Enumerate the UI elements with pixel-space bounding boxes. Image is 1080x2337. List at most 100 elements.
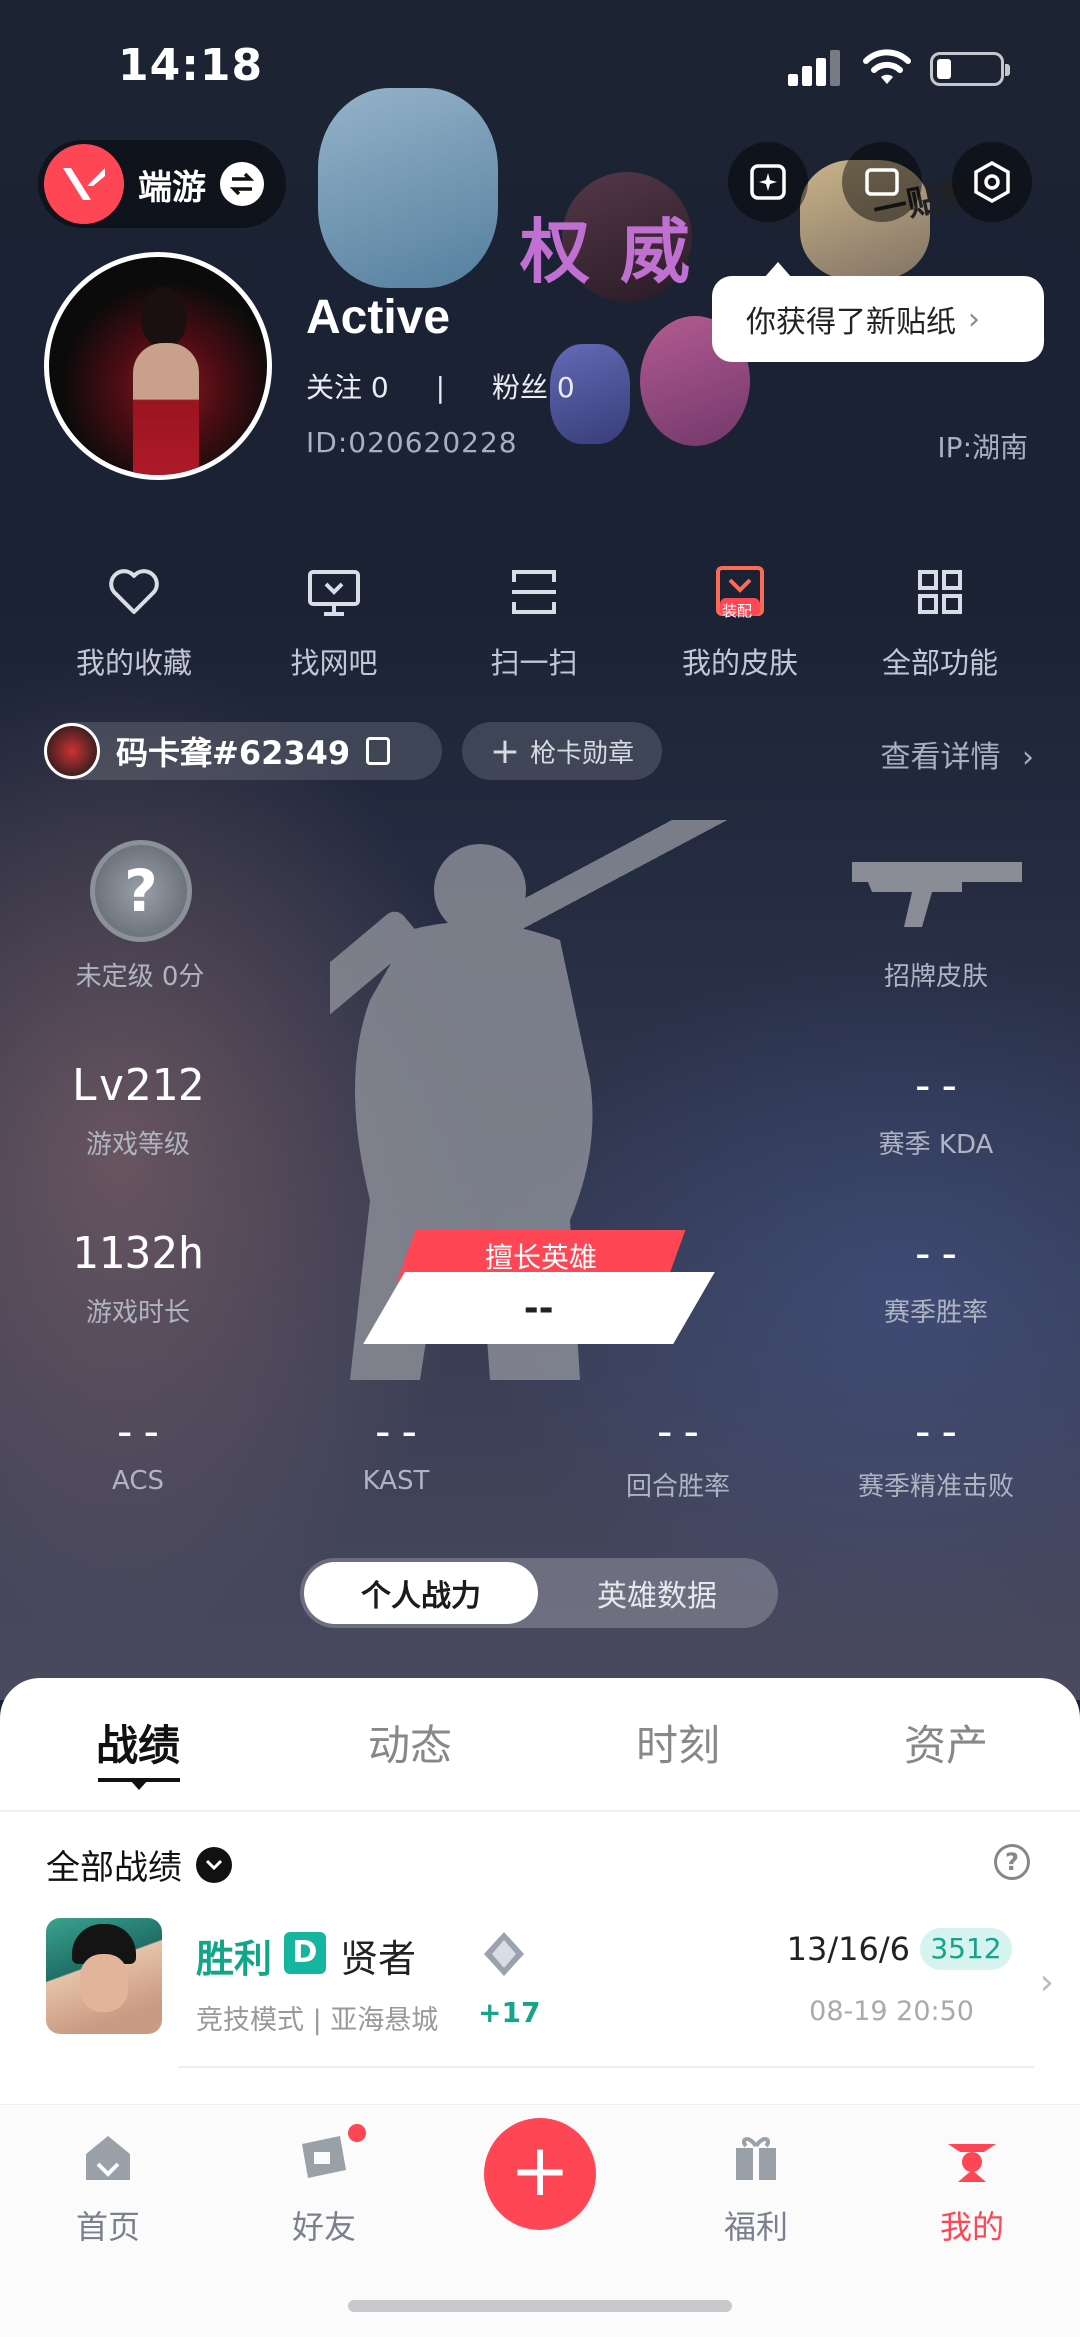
riot-id-pill[interactable]: 码卡聋#62349 (44, 722, 442, 780)
monitor-icon (308, 570, 360, 616)
user-id: ID:020620228 (306, 426, 518, 459)
row-divider (178, 2066, 1034, 2068)
signature-skin-label: 招牌皮肤 (883, 962, 988, 992)
precision-kills-value: -- (909, 1406, 963, 1457)
ip-location: IP:湖南 (937, 431, 1028, 464)
tab-active-indicator (98, 1778, 180, 1790)
friends-icon (302, 2136, 346, 2178)
hours-value: 1132h (71, 1228, 205, 1279)
tab-moments-feed[interactable]: 动态 (310, 1712, 510, 1773)
game-mode-label: 端游 (138, 167, 206, 208)
nav-profile[interactable]: 我的 (902, 2130, 1042, 2248)
level-value: Lv212 (71, 1060, 205, 1111)
grid-icon (918, 570, 962, 614)
menu-label: 我的收藏 (75, 646, 192, 680)
copy-icon[interactable] (366, 737, 391, 765)
menu-netcafe[interactable]: 找网吧 (234, 562, 434, 682)
menu-skins[interactable]: 装配 我的皮肤 (640, 562, 840, 682)
tab-records[interactable]: 战绩 (38, 1712, 238, 1773)
following-count[interactable]: 关注 0 (306, 371, 389, 404)
chevron-right-icon[interactable]: › (1040, 1962, 1054, 2003)
fans-count[interactable]: 粉丝 0 (492, 371, 575, 404)
view-details-link[interactable]: 查看详情 › (880, 732, 1034, 776)
nav-rewards[interactable]: 福利 (686, 2130, 826, 2248)
heart-icon (109, 569, 159, 614)
precision-kills-label: 赛季精准击败 (857, 1472, 1014, 1502)
medal-label: 枪卡勋章 (530, 738, 635, 769)
level-label: 游戏等级 (85, 1130, 190, 1160)
acs-badge: 3512 (920, 1928, 1012, 1970)
agent-portrait (46, 1918, 162, 2034)
menu-scan[interactable]: 扫一扫 (434, 562, 634, 682)
filter-label: 全部战绩 (46, 1848, 182, 1888)
menu-label: 扫一扫 (490, 646, 578, 680)
help-icon[interactable]: ? (994, 1844, 1030, 1880)
new-sticker-tooltip[interactable]: 你获得了新贴纸 › (712, 262, 1044, 362)
best-hero-card[interactable]: -- (363, 1272, 715, 1344)
profile-icon (948, 2144, 996, 2182)
card-medal-button[interactable]: + 枪卡勋章 (462, 722, 662, 780)
avatar[interactable] (44, 252, 272, 480)
best-hero-value: -- (524, 1287, 554, 1329)
match-result: 胜利 (196, 1937, 273, 1981)
acs-value: -- (111, 1406, 165, 1457)
tab-assets[interactable]: 资产 (846, 1712, 1046, 1773)
performance-grade: D (284, 1932, 326, 1974)
home-indicator[interactable] (348, 2300, 732, 2312)
round-winrate-value: -- (651, 1406, 705, 1457)
nav-label: 首页 (75, 2208, 140, 2246)
gift-icon (736, 2137, 776, 2180)
kast-label: KAST (362, 1466, 430, 1496)
riot-id: 码卡聋#62349 (116, 734, 351, 772)
winrate-label: 赛季胜率 (883, 1298, 988, 1328)
nav-label: 福利 (723, 2208, 788, 2246)
round-winrate-label: 回合胜率 (625, 1472, 730, 1502)
sticker-girl (318, 88, 498, 288)
sticker-icon (750, 164, 786, 200)
rank-diamond-icon (484, 1932, 524, 1976)
match-kda: 13/16/6 (786, 1930, 910, 1968)
winrate-value: -- (909, 1228, 963, 1279)
follow-stats: 关注 0 | 粉丝 0 (306, 366, 575, 406)
chevron-right-icon: › (968, 301, 980, 337)
agent-silhouette (330, 820, 736, 1380)
status-time: 14:18 (118, 40, 264, 91)
gun-icon[interactable] (842, 852, 1032, 932)
best-hero-tag-label: 擅长英雄 (484, 1241, 597, 1274)
rank-icon[interactable]: ? (90, 840, 192, 942)
skin-showcase-button[interactable] (842, 142, 922, 222)
match-mode-map: 竞技模式 | 亚海悬城 (196, 2005, 439, 2036)
equip-badge: 装配 (722, 602, 753, 620)
nav-friends[interactable]: 好友 (254, 2124, 394, 2248)
battery-icon (930, 52, 1010, 86)
home-icon (86, 2136, 130, 2180)
data-view-toggle: 个人战力 英雄数据 (300, 1558, 778, 1628)
sticker-text: 权威 (520, 211, 720, 293)
records-filter[interactable]: 全部战绩 (46, 1840, 232, 1889)
valorant-logo-icon (44, 144, 124, 224)
kda-value: -- (909, 1060, 963, 1111)
toggle-hero-data[interactable]: 英雄数据 (540, 1562, 774, 1624)
nav-home[interactable]: 首页 (38, 2130, 178, 2248)
follow-separator: | (435, 371, 446, 404)
toggle-personal[interactable]: 个人战力 (304, 1562, 538, 1624)
settings-icon (974, 160, 1010, 204)
menu-label: 找网吧 (290, 646, 378, 680)
menu-all-features[interactable]: 全部功能 (840, 562, 1040, 682)
sticker-button[interactable] (728, 142, 808, 222)
chevron-down-icon (196, 1846, 232, 1883)
rank-label: 未定级 0分 (75, 962, 205, 992)
menu-favorites[interactable]: 我的收藏 (34, 562, 234, 682)
kda-label: 赛季 KDA (878, 1130, 994, 1160)
nav-label: 好友 (291, 2208, 356, 2246)
tab-highlights[interactable]: 时刻 (578, 1712, 778, 1773)
kast-value: -- (369, 1406, 423, 1457)
wifi-icon (863, 49, 911, 84)
game-mode-switch[interactable]: 端游 (38, 140, 286, 228)
create-post-button[interactable]: + (484, 2118, 596, 2230)
profile-hero: 权威 一贴秒! 14:18 端游 你获得了新贴纸 › Active 关注 0 |… (0, 0, 1080, 1700)
detail-label: 查看详情 (880, 740, 1001, 775)
chevron-right-icon: › (1022, 740, 1034, 775)
agent-role: 贤者 (340, 1937, 417, 1981)
settings-button[interactable] (952, 142, 1032, 222)
